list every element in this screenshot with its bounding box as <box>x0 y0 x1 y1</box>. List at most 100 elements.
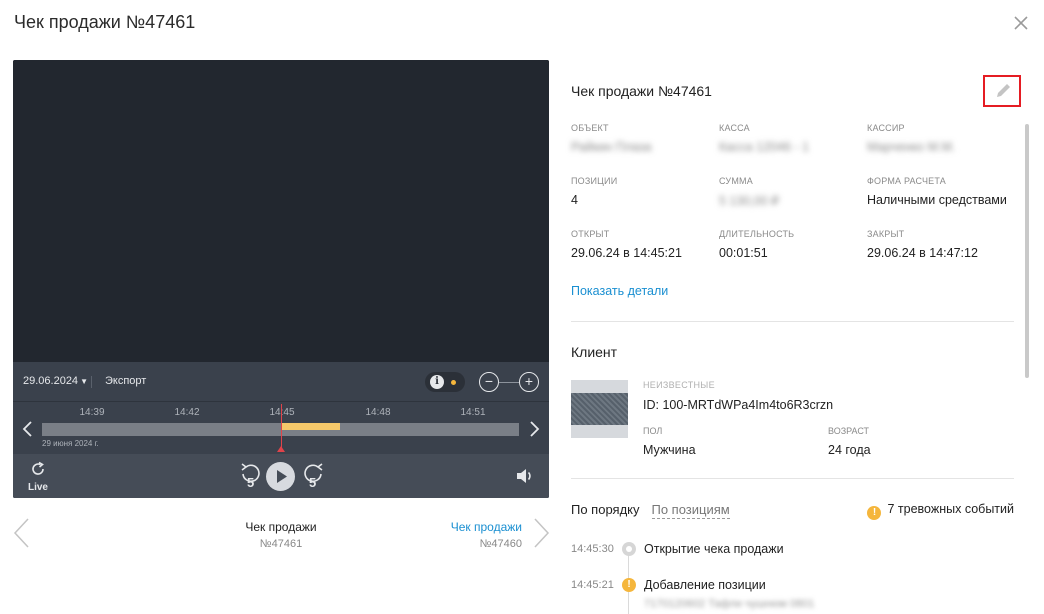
field-closed-label: ЗАКРЫТ <box>867 229 905 239</box>
prev-receipt-button[interactable] <box>12 517 30 549</box>
tab-order[interactable]: По порядку <box>571 502 640 517</box>
caret-down-icon: ▼ <box>80 377 88 386</box>
date-select[interactable]: 29.06.2024 ▼ <box>23 375 88 387</box>
playhead-handle[interactable] <box>277 446 285 452</box>
info-toggle[interactable]: i <box>425 372 465 392</box>
close-icon <box>1014 16 1028 30</box>
field-duration-value: 00:01:51 <box>719 246 768 260</box>
volume-button[interactable] <box>515 466 535 486</box>
close-button[interactable] <box>1010 12 1032 34</box>
timeline-date-label: 29 июня 2024 г. <box>42 439 99 448</box>
field-register-label: КАССА <box>719 123 750 133</box>
tab-positions[interactable]: По позициям <box>651 502 730 519</box>
recording-segment <box>280 423 341 430</box>
field-sum-label: СУММА <box>719 176 753 186</box>
event-time: 14:45:21 <box>571 579 614 591</box>
event-title: Добавление позиции <box>644 578 766 592</box>
player-toolbar: 29.06.2024 ▼ Экспорт i − + <box>13 362 549 402</box>
zoom-divider <box>499 382 519 383</box>
show-details-link[interactable]: Показать детали <box>571 284 668 298</box>
alerts-text: 7 тревожных событий <box>887 502 1014 516</box>
client-age: ВОЗРАСТ 24 года <box>828 426 871 457</box>
field-opened-value: 29.06.24 в 14:45:21 <box>571 246 682 260</box>
modal-title: Чек продажи №47461 <box>14 12 196 32</box>
field-sum-value: 5 130,00 ₽ <box>719 194 780 208</box>
client-photo[interactable] <box>571 380 628 438</box>
client-section-title: Клиент <box>571 344 618 360</box>
playhead[interactable] <box>281 404 282 452</box>
rewind-seconds: 5 <box>247 475 254 490</box>
field-payment: ФОРМА РАСЧЕТА Наличными средствами <box>867 176 1015 207</box>
timeline-tick-label: 14:51 <box>460 407 486 418</box>
export-button[interactable]: Экспорт <box>105 375 146 387</box>
field-closed: ЗАКРЫТ 29.06.24 в 14:47:12 <box>867 229 1015 260</box>
field-register-value: Касса 12046 - 1 <box>719 140 809 154</box>
event-marker-icon <box>622 542 636 556</box>
field-object-value: Райкин Плаза <box>571 140 652 154</box>
timeline[interactable]: 14:39 14:42 14:45 14:48 14:51 29 июня 20… <box>13 402 549 454</box>
current-receipt: Чек продажи №47461 <box>245 520 316 550</box>
field-payment-value: Наличными средствами <box>867 193 1007 207</box>
live-label: Live <box>27 482 48 493</box>
client-tag: НЕИЗВЕСТНЫЕ <box>643 380 715 390</box>
client-gender-label: ПОЛ <box>643 426 663 436</box>
timeline-tick-label: 14:48 <box>365 407 391 418</box>
receipt-details-panel: Чек продажи №47461 ОБЪЕКТ Райкин Плаза К… <box>570 60 1021 614</box>
divider <box>571 321 1014 322</box>
forward-seconds: 5 <box>309 475 316 490</box>
next-receipt-number: №47460 <box>479 538 522 550</box>
field-cashier-label: КАССИР <box>867 123 905 133</box>
date-select-value: 29.06.2024 <box>23 375 79 387</box>
forward-button[interactable]: 5 <box>303 462 325 490</box>
field-duration-label: ДЛИТЕЛЬНОСТЬ <box>719 229 795 239</box>
scrollbar[interactable] <box>1025 124 1029 378</box>
playback-controls: Live 5 5 <box>13 454 549 498</box>
zoom-out-button[interactable]: − <box>479 372 499 392</box>
next-receipt-link[interactable]: Чек продажи <box>451 520 522 534</box>
zoom-in-button[interactable]: + <box>519 372 539 392</box>
timeline-next-button[interactable] <box>527 420 541 438</box>
field-cashier-value: Марченко М.М. <box>867 140 956 154</box>
player-controls: 29.06.2024 ▼ Экспорт i − + 14:39 14:42 14… <box>13 362 549 498</box>
play-button[interactable] <box>266 462 295 491</box>
next-receipt-button[interactable] <box>533 517 551 549</box>
zoom-control: − + <box>479 372 539 392</box>
next-receipt[interactable]: Чек продажи №47460 <box>451 520 522 550</box>
warning-icon: ! <box>622 578 636 592</box>
client-gender: ПОЛ Мужчина <box>643 426 696 457</box>
event-title: Открытие чека продажи <box>644 542 784 556</box>
divider <box>571 478 1014 479</box>
client-face-image <box>571 393 628 425</box>
client-gender-value: Мужчина <box>643 443 696 457</box>
play-icon <box>277 470 287 483</box>
edit-button[interactable] <box>983 75 1021 107</box>
pencil-icon <box>997 84 1010 97</box>
timeline-prev-button[interactable] <box>21 420 35 438</box>
warning-icon: ! <box>867 506 882 520</box>
live-button[interactable]: Live <box>27 460 49 493</box>
rewind-button[interactable]: 5 <box>239 462 261 490</box>
events-tabs: По порядку По позициям <box>571 501 730 519</box>
status-dot <box>451 380 456 385</box>
timeline-tick-label: 14:45 <box>269 407 295 418</box>
rewind-5-icon: 5 <box>241 463 260 490</box>
field-sum: СУММА 5 130,00 ₽ <box>719 176 867 208</box>
video-area[interactable] <box>13 60 549 362</box>
timeline-tick-label: 14:39 <box>79 407 105 418</box>
client-age-value: 24 года <box>828 443 871 457</box>
event-time: 14:45:30 <box>571 543 614 555</box>
field-positions: ПОЗИЦИИ 4 <box>571 176 719 207</box>
alerts-summary[interactable]: ! 7 тревожных событий <box>867 502 1014 520</box>
current-receipt-number: №47461 <box>259 538 303 550</box>
chevron-left-icon <box>13 518 29 548</box>
toolbar-divider <box>91 376 92 388</box>
info-icon: i <box>430 375 444 389</box>
field-object: ОБЪЕКТ Райкин Плаза <box>571 123 719 154</box>
video-player: 29.06.2024 ▼ Экспорт i − + 14:39 14:42 14… <box>13 60 549 498</box>
client-age-label: ВОЗРАСТ <box>828 426 870 436</box>
field-register: КАССА Касса 12046 - 1 <box>719 123 867 154</box>
field-payment-label: ФОРМА РАСЧЕТА <box>867 176 946 186</box>
timeline-tick-label: 14:42 <box>174 407 200 418</box>
field-cashier: КАССИР Марченко М.М. <box>867 123 1015 154</box>
forward-5-icon: 5 <box>304 463 323 490</box>
